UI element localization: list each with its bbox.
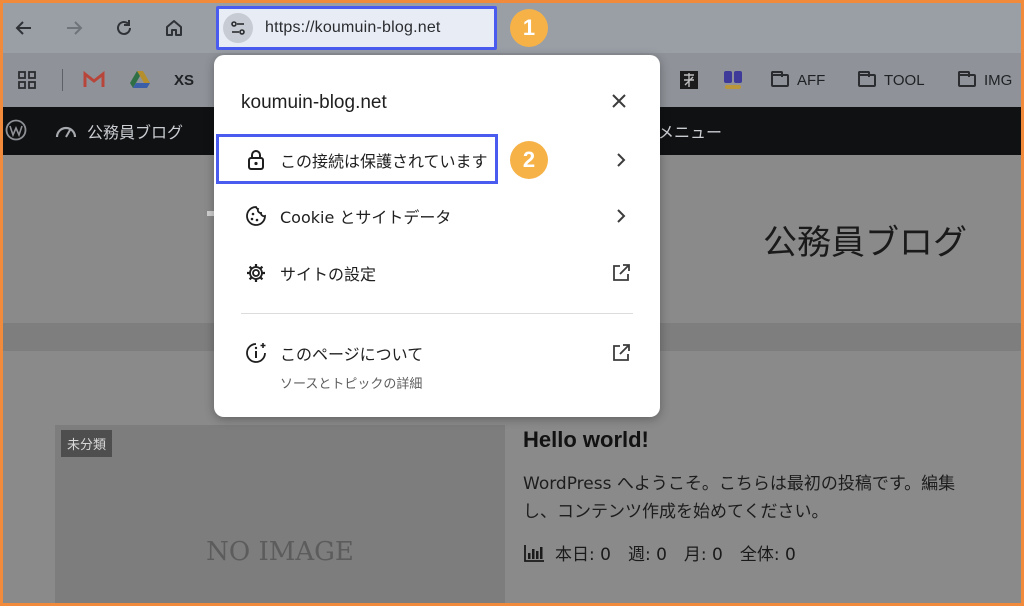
excerpt-line: WordPress へようこそ。こちらは最初の投稿です。編集 [523, 474, 956, 494]
bookmark-drive[interactable] [129, 68, 151, 92]
drive-icon [130, 71, 150, 88]
admin-site-link[interactable]: 公務員ブログ [55, 119, 183, 143]
close-icon [612, 94, 626, 108]
external-link-icon [610, 342, 632, 364]
chevron-right-icon [610, 205, 632, 227]
bar-chart-icon [524, 544, 544, 562]
cookies-label: Cookie とサイトデータ [280, 208, 452, 227]
bookmark-xs[interactable]: XS [174, 68, 194, 92]
bookmark-xs-label: XS [174, 71, 195, 89]
address-bar[interactable]: https://koumuin-blog.net [216, 6, 497, 50]
reload-icon [117, 20, 131, 35]
home-icon [166, 20, 182, 36]
tune-icon [231, 21, 245, 35]
site-title[interactable]: 公務員ブログ [763, 215, 967, 264]
gmail-icon [83, 71, 105, 87]
bookmark-folder-tool[interactable]: TOOL [858, 68, 925, 92]
wp-logo-button[interactable] [5, 119, 27, 141]
post-title[interactable]: Hello world! [523, 427, 649, 453]
site-info-button[interactable] [223, 13, 253, 43]
step-badge-1: 1 [510, 9, 548, 47]
browser-window: https://koumuin-blog.net 1 XS AFF TOOL I… [3, 3, 1021, 603]
external-link-icon [610, 262, 632, 284]
chevron-right-icon [610, 149, 632, 171]
post-thumbnail[interactable]: 未分類 NO IMAGE [55, 425, 505, 603]
bookmark-separator [62, 69, 63, 91]
browser-toolbar: https://koumuin-blog.net 1 [3, 3, 1021, 53]
cookies-row[interactable]: Cookie とサイトデータ [214, 193, 660, 239]
excerpt-line: し、コンテンツ作成を始めてください。 [523, 502, 829, 522]
url-text: https://koumuin-blog.net [265, 19, 441, 36]
bookmark-folder-aff[interactable]: AFF [771, 68, 825, 92]
back-button[interactable] [9, 13, 39, 43]
view-stats: 本日: 0 週: 0 月: 0 全体: 0 [523, 540, 796, 565]
post-excerpt: WordPress へようこそ。こちらは最初の投稿です。編集 し、コンテンツ作成… [523, 470, 1021, 526]
site-settings-label: サイトの設定 [280, 265, 377, 284]
bookmark-folder-img[interactable]: IMG [958, 68, 1012, 92]
admin-menu-label: メニュー [658, 123, 723, 142]
folder-icon [958, 70, 976, 87]
cookie-icon [244, 204, 268, 228]
site-settings-row[interactable]: サイトの設定 [214, 250, 660, 296]
apps-button[interactable] [17, 68, 37, 92]
step-badge-2: 2 [510, 141, 548, 179]
admin-site-name: 公務員ブログ [87, 123, 184, 142]
bookmark-gmail[interactable] [83, 68, 105, 92]
bookmark-colored-site[interactable] [722, 68, 744, 92]
reload-button[interactable] [109, 13, 139, 43]
popup-divider [241, 313, 633, 314]
arrow-left-icon [15, 21, 31, 35]
about-page-sublabel: ソースとトピックの詳細 [280, 377, 423, 392]
dashboard-icon [55, 126, 77, 138]
home-button[interactable] [159, 13, 189, 43]
colored-site-icon [724, 71, 742, 89]
no-image-text: NO IMAGE [206, 537, 354, 567]
forward-button[interactable] [59, 13, 89, 43]
kanji-site-icon [680, 71, 698, 89]
about-page-row[interactable]: このページについて [214, 330, 660, 376]
grid-icon [18, 71, 36, 89]
stats-text: 本日: 0 週: 0 月: 0 全体: 0 [555, 545, 796, 565]
close-button[interactable] [606, 88, 632, 114]
folder-label: IMG [984, 71, 1013, 89]
arrow-right-icon [67, 21, 83, 35]
folder-icon [771, 70, 789, 87]
popup-host: koumuin-blog.net [241, 92, 387, 113]
about-page-label: このページについて [280, 345, 424, 364]
info-sparkle-icon [244, 341, 268, 365]
highlight-box [216, 134, 498, 184]
wordpress-icon [5, 119, 27, 141]
gear-icon [244, 261, 268, 285]
admin-menu-link[interactable]: メニュー [658, 119, 722, 143]
folder-label: TOOL [884, 71, 925, 89]
site-info-popup: koumuin-blog.net この接続は保護されています Cookie とサ… [214, 55, 660, 417]
folder-label: AFF [797, 71, 826, 89]
category-badge[interactable]: 未分類 [61, 430, 113, 457]
folder-icon [858, 70, 876, 87]
bookmark-kanji-site[interactable] [679, 68, 699, 92]
